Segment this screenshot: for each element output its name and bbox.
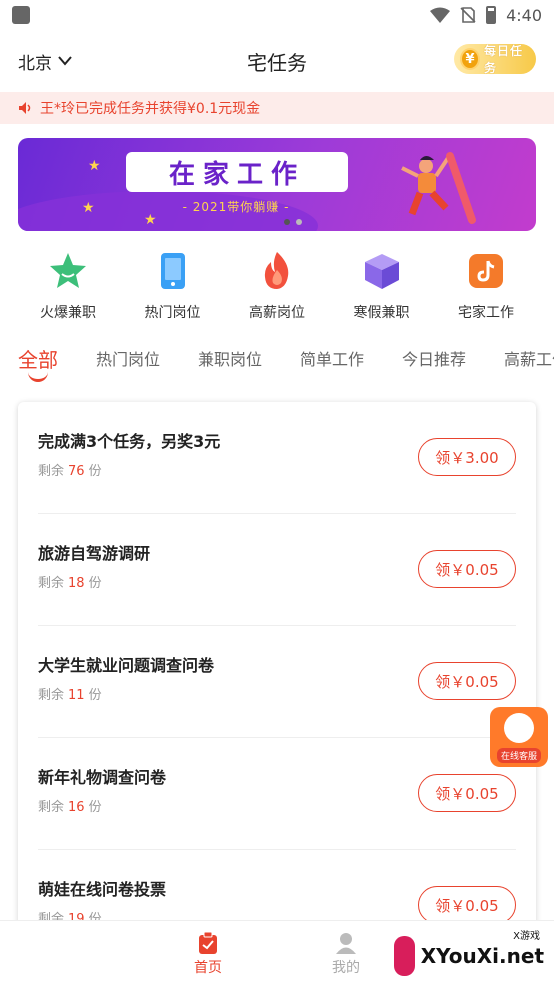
status-right: 4:40: [430, 6, 542, 25]
task-title: 完成满3个任务，另奖3元: [38, 432, 221, 451]
task-item[interactable]: 大学生就业问题调查问卷 剩余 11 份 领￥0.05: [38, 626, 516, 738]
claim-reward-button[interactable]: 领￥3.00: [418, 438, 516, 476]
task-title: 旅游自驾游调研: [38, 544, 151, 563]
user-icon: [336, 933, 356, 954]
customer-service-label: 在线客服: [496, 748, 541, 763]
daily-task-label: 每日任务: [483, 44, 523, 75]
battery-icon: [486, 6, 497, 24]
nav-mine[interactable]: 我的: [316, 931, 376, 977]
remain-suffix: 份: [88, 464, 102, 479]
task-title: 新年礼物调查问卷: [38, 768, 167, 787]
city-selector[interactable]: 北京: [18, 49, 72, 74]
remain-suffix: 份: [88, 576, 102, 591]
remain-count: 16: [68, 800, 85, 815]
nav-home-label: 首页: [194, 960, 222, 976]
star-icon: [47, 250, 89, 292]
status-time: 4:40: [506, 5, 542, 25]
tab-all[interactable]: 全部: [18, 344, 58, 373]
category-hot-jobs[interactable]: 热门岗位: [123, 250, 223, 325]
watermark: XYouXi.net X游戏: [394, 931, 544, 981]
chevron-down-icon: [58, 56, 72, 66]
remain-prefix: 剩余: [38, 576, 65, 591]
tab-simple-work[interactable]: 简单工作: [300, 346, 364, 370]
phone-icon: [152, 250, 194, 292]
star-icon: ★: [82, 200, 95, 216]
watermark-text: XYouXi.net: [420, 944, 544, 968]
category-home-work[interactable]: 宅家工作: [436, 250, 536, 325]
category-tabs: 全部 热门岗位 兼职岗位 简单工作 今日推荐 高薪工作: [0, 340, 554, 388]
tab-hot-jobs[interactable]: 热门岗位: [96, 346, 160, 370]
remain-count: 11: [68, 688, 85, 703]
task-item[interactable]: 旅游自驾游调研 剩余 18 份 领￥0.05: [38, 514, 516, 626]
remain-suffix: 份: [88, 688, 102, 703]
remain-count: 18: [68, 576, 85, 591]
claim-reward-button[interactable]: 领￥0.05: [418, 886, 516, 924]
notice-bar: 王*玲已完成任务并获得¥0.1元现金: [0, 92, 554, 124]
banner-subtitle: - 2021带你躺赚 -: [182, 200, 290, 214]
wifi-icon: [430, 7, 451, 23]
daily-task-button[interactable]: ¥ 每日任务: [454, 44, 536, 75]
category-hot-parttime[interactable]: 火爆兼职: [18, 250, 118, 325]
category-label: 火爆兼职: [40, 305, 96, 321]
task-remaining: 剩余 16 份: [38, 796, 102, 815]
remain-prefix: 剩余: [38, 688, 65, 703]
task-list: 完成满3个任务，另奖3元 剩余 76 份 领￥3.00 旅游自驾游调研 剩余 18 份 …: [18, 402, 536, 942]
carousel-dot[interactable]: [284, 219, 290, 225]
remain-prefix: 剩余: [38, 800, 65, 815]
tab-active-indicator: [28, 372, 48, 382]
task-item[interactable]: 新年礼物调查问卷 剩余 16 份 领￥0.05: [38, 738, 516, 850]
watermark-small: X游戏: [513, 931, 540, 942]
remain-count: 76: [68, 464, 85, 479]
remain-prefix: 剩余: [38, 464, 65, 479]
dancing-person-icon: [401, 152, 476, 224]
cube-icon: [361, 250, 403, 292]
tab-high-salary[interactable]: 高薪工作: [504, 346, 554, 370]
claim-reward-button[interactable]: 领￥0.05: [418, 662, 516, 700]
nav-mine-label: 我的: [332, 960, 360, 976]
app-header: 北京 宅任务 ¥ 每日任务: [0, 36, 554, 86]
category-winter-parttime[interactable]: 寒假兼职: [332, 250, 432, 325]
star-icon: ★: [88, 158, 101, 174]
category-label: 高薪岗位: [249, 305, 305, 321]
category-label: 宅家工作: [458, 305, 514, 321]
promo-banner[interactable]: ★ ★ ★ ★ 在家工作 - 2021带你躺赚 -: [18, 138, 536, 231]
category-high-salary[interactable]: 高薪岗位: [227, 250, 327, 325]
task-title: 大学生就业问题调查问卷: [38, 656, 215, 675]
nav-home[interactable]: 首页: [178, 931, 238, 977]
category-grid: 火爆兼职 热门岗位 高薪岗位 寒假兼职 宅家工作: [18, 250, 536, 325]
category-label: 寒假兼职: [353, 305, 410, 321]
task-title: 萌娃在线问卷投票: [38, 880, 167, 899]
tab-today-recommend[interactable]: 今日推荐: [402, 346, 466, 370]
coin-icon: ¥: [460, 48, 480, 70]
task-remaining: 剩余 18 份: [38, 572, 102, 591]
banner-title: 在家工作: [126, 152, 348, 192]
bottom-nav: 首页 我的 XYouXi.net X游戏: [0, 920, 554, 986]
task-item[interactable]: 完成满3个任务，另奖3元 剩余 76 份 领￥3.00: [38, 402, 516, 514]
notice-text: 王*玲已完成任务并获得¥0.1元现金: [40, 101, 261, 117]
category-label: 热门岗位: [144, 305, 201, 321]
task-remaining: 剩余 76 份: [38, 460, 102, 479]
clipboard-icon: [199, 931, 217, 954]
customer-service-button[interactable]: 在线客服: [490, 707, 548, 767]
headset-avatar-icon: [504, 713, 534, 743]
carousel-dot[interactable]: [296, 219, 302, 225]
carousel-indicator: [284, 219, 302, 225]
tiktok-icon: [465, 250, 507, 292]
tab-parttime-jobs[interactable]: 兼职岗位: [198, 346, 262, 370]
remain-suffix: 份: [88, 800, 102, 815]
no-sim-icon: [460, 7, 476, 23]
flame-icon: [256, 250, 298, 292]
status-bar: 4:40: [0, 0, 554, 30]
gamepad-logo-icon: [394, 936, 415, 976]
task-remaining: 剩余 11 份: [38, 684, 102, 703]
claim-reward-button[interactable]: 领￥0.05: [418, 550, 516, 588]
city-label: 北京: [18, 53, 52, 74]
notification-icon: [12, 6, 30, 24]
claim-reward-button[interactable]: 领￥0.05: [418, 774, 516, 812]
speaker-icon: [19, 102, 31, 114]
